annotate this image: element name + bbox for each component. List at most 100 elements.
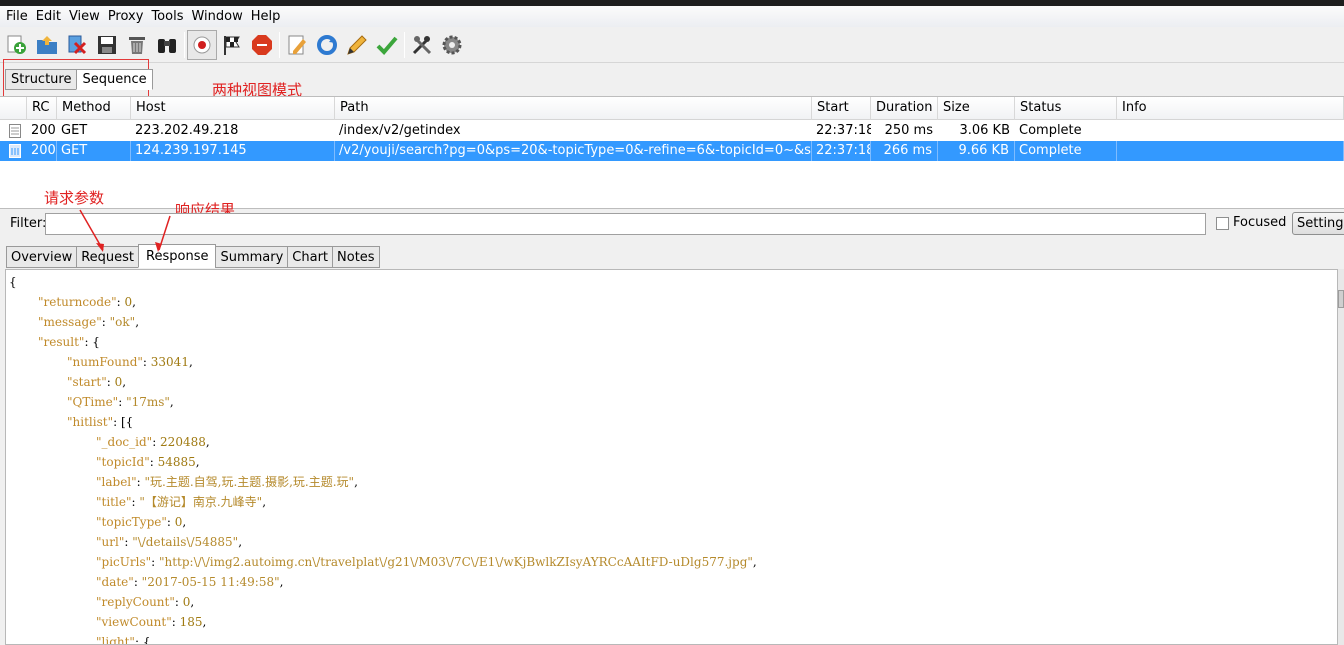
save-icon[interactable]: [92, 30, 122, 60]
json-punct: ,: [122, 375, 127, 389]
json-key: "result": [38, 335, 85, 349]
cell-method: GET: [61, 123, 88, 138]
json-separator: :: [101, 315, 110, 329]
menu-edit[interactable]: Edit: [32, 9, 65, 24]
cell-status: Complete: [1019, 123, 1082, 138]
tab-summary[interactable]: Summary: [215, 246, 289, 268]
filter-input[interactable]: [45, 213, 1206, 235]
column-info[interactable]: Info: [1117, 97, 1344, 120]
tab-chart[interactable]: Chart: [287, 246, 334, 268]
settings-gear-icon[interactable]: [437, 30, 467, 60]
validate-check-icon[interactable]: [372, 30, 402, 60]
response-json-view[interactable]: {"returncode": 0, "message": "ok", "result…: [5, 269, 1338, 645]
column-method[interactable]: Method: [57, 97, 131, 120]
json-line: "result": {: [38, 332, 100, 352]
detail-tabs: Overview Request Response Summary Chart …: [6, 244, 380, 268]
menu-bar: File Edit View Proxy Tools Window Help: [0, 6, 1344, 27]
scrollbar-thumb[interactable]: [1338, 290, 1344, 308]
filter-label: Filter:: [10, 216, 47, 231]
json-punct: {: [142, 635, 151, 645]
toolbar-separator: [184, 31, 185, 58]
json-key: "hitlist": [67, 415, 114, 429]
document-icon: [9, 144, 21, 158]
settings-button[interactable]: Settings: [1292, 212, 1344, 235]
column-path[interactable]: Path: [335, 97, 812, 120]
json-line: "url": "\/details\/54885",: [96, 532, 242, 552]
json-punct: ,: [188, 355, 193, 369]
json-punct: ,: [205, 435, 210, 449]
throttle-flag-icon[interactable]: [217, 30, 247, 60]
record-icon[interactable]: [187, 29, 217, 60]
json-key: "title": [96, 495, 132, 509]
cell-host: 223.202.49.218: [135, 123, 239, 138]
stop-icon[interactable]: [247, 30, 277, 60]
menu-view[interactable]: View: [65, 9, 104, 24]
toolbar-separator: [279, 31, 280, 58]
trash-icon[interactable]: [122, 30, 152, 60]
binoculars-icon[interactable]: [152, 30, 182, 60]
json-value: 220488: [160, 435, 206, 449]
tools-icon[interactable]: [407, 30, 437, 60]
menu-tools[interactable]: Tools: [147, 9, 187, 24]
tab-response[interactable]: Response: [138, 244, 217, 268]
menu-help[interactable]: Help: [247, 9, 285, 24]
tab-overview[interactable]: Overview: [6, 246, 78, 268]
cell-info: [1117, 121, 1344, 141]
cell-start: 22:37:18: [812, 141, 871, 161]
json-punct: ,: [238, 535, 243, 549]
json-separator: :: [136, 475, 145, 489]
edit-icon[interactable]: [282, 30, 312, 60]
json-punct: ,: [195, 455, 200, 469]
focused-checkbox[interactable]: [1216, 217, 1229, 230]
vertical-scrollbar[interactable]: [1338, 269, 1344, 645]
menu-window[interactable]: Window: [187, 9, 246, 24]
json-punct: ,: [354, 475, 358, 489]
table-row[interactable]: 200 GET 223.202.49.218 /index/v2/getinde…: [0, 121, 1344, 141]
column-size[interactable]: Size: [938, 97, 1015, 120]
request-table: RC Method Host Path Start Duration Size …: [0, 96, 1344, 209]
pencil-icon[interactable]: [342, 30, 372, 60]
view-mode-tabs: Structure Sequence: [5, 69, 153, 90]
json-key: "date": [96, 575, 134, 589]
tab-request[interactable]: Request: [76, 246, 140, 268]
tab-structure[interactable]: Structure: [5, 69, 78, 90]
json-line: "replyCount": 0,: [96, 592, 194, 612]
menu-proxy[interactable]: Proxy: [104, 9, 148, 24]
json-key: "label": [96, 475, 137, 489]
json-separator: :: [134, 635, 143, 645]
table-header: RC Method Host Path Start Duration Size …: [0, 97, 1344, 120]
json-punct: {: [92, 335, 100, 349]
json-key: "start": [67, 375, 107, 389]
json-punct: ,: [135, 315, 140, 329]
json-key: "url": [96, 535, 125, 549]
cell-path: /index/v2/getindex: [339, 123, 461, 138]
cell-size: 3.06 KB: [959, 123, 1010, 138]
cell-duration: 266 ms: [871, 141, 938, 161]
repeat-icon[interactable]: [312, 30, 342, 60]
open-folder-icon[interactable]: [32, 30, 62, 60]
add-icon[interactable]: [2, 30, 32, 60]
json-key: "_doc_id": [96, 435, 153, 449]
tab-notes[interactable]: Notes: [332, 246, 380, 268]
column-status[interactable]: Status: [1015, 97, 1117, 120]
json-key: "picUrls": [96, 555, 152, 569]
json-line: "topicType": 0,: [96, 512, 186, 532]
json-punct: ,: [202, 615, 207, 629]
json-punct: ,: [752, 555, 757, 569]
tab-sequence[interactable]: Sequence: [76, 69, 153, 90]
column-host[interactable]: Host: [131, 97, 335, 120]
json-line: "label": "玩.主题.自驾,玩.主题.摄影,玩.主题.玩",: [96, 472, 358, 492]
json-punct: [{: [120, 415, 134, 429]
json-line: "start": 0,: [67, 372, 126, 392]
json-punct: ,: [132, 295, 136, 309]
table-row-selected[interactable]: 200 GET 124.239.197.145 /v2/youji/search…: [0, 141, 1344, 161]
clear-icon[interactable]: [62, 30, 92, 60]
json-value: "17ms": [126, 395, 170, 409]
column-rc[interactable]: RC: [27, 97, 57, 120]
column-start[interactable]: Start: [812, 97, 871, 120]
cell-rc: 200: [27, 141, 57, 161]
column-duration[interactable]: Duration: [871, 97, 938, 120]
cell-status: Complete: [1015, 141, 1117, 161]
json-key: "replyCount": [96, 595, 175, 609]
menu-file[interactable]: File: [2, 9, 32, 24]
